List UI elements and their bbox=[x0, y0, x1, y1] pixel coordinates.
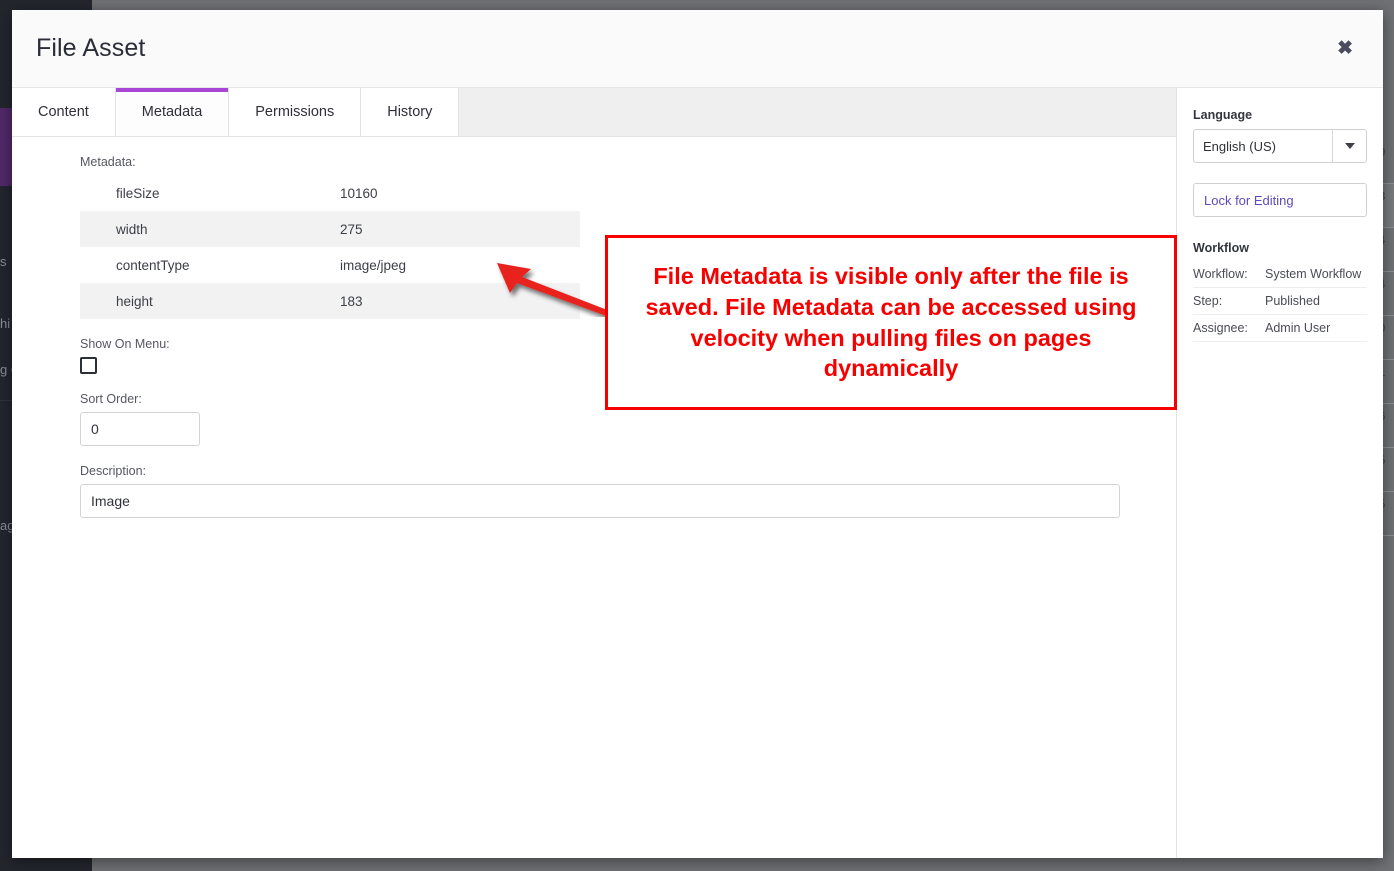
annotation-text: File Metadata is visible only after the … bbox=[645, 263, 1137, 382]
table-row: width 275 bbox=[80, 211, 580, 247]
metadata-section-label: Metadata: bbox=[80, 155, 136, 169]
workflow-value: Admin User bbox=[1265, 314, 1367, 342]
tab-permissions[interactable]: Permissions bbox=[229, 88, 362, 136]
sidebar-panel: Language English (US) Lock for Editing W… bbox=[1177, 88, 1383, 858]
close-icon[interactable]: ✖ bbox=[1329, 33, 1361, 64]
table-row: fileSize 10160 bbox=[80, 175, 580, 211]
workflow-key: Step: bbox=[1193, 287, 1265, 315]
workflow-table: Workflow: System Workflow Step: Publishe… bbox=[1193, 261, 1367, 342]
metadata-value: 183 bbox=[340, 293, 363, 309]
modal-header: File Asset ✖ bbox=[12, 10, 1383, 88]
language-select[interactable]: English (US) bbox=[1193, 129, 1367, 163]
metadata-key: fileSize bbox=[116, 185, 160, 201]
metadata-key: width bbox=[116, 221, 148, 237]
table-row: Assignee: Admin User bbox=[1193, 314, 1367, 342]
workflow-key: Workflow: bbox=[1193, 261, 1265, 288]
description-input[interactable] bbox=[80, 484, 1120, 518]
metadata-key: contentType bbox=[116, 257, 190, 273]
page-title: File Asset bbox=[36, 34, 146, 62]
metadata-value: 10160 bbox=[340, 185, 378, 201]
caret-shape bbox=[1344, 143, 1355, 149]
metadata-value: 275 bbox=[340, 221, 363, 237]
table-row: Workflow: System Workflow bbox=[1193, 261, 1367, 288]
main-column: Content Metadata Permissions History Met… bbox=[12, 88, 1177, 858]
workflow-value: Published bbox=[1265, 287, 1367, 315]
modal-body: Content Metadata Permissions History Met… bbox=[12, 88, 1383, 858]
table-row: Step: Published bbox=[1193, 287, 1367, 315]
language-select-value: English (US) bbox=[1203, 138, 1276, 154]
tab-metadata[interactable]: Metadata bbox=[115, 88, 230, 136]
metadata-value: image/jpeg bbox=[340, 257, 407, 273]
metadata-table: fileSize 10160 width 275 contentType ima… bbox=[80, 175, 580, 319]
workflow-heading: Workflow bbox=[1193, 241, 1250, 255]
annotation-callout: File Metadata is visible only after the … bbox=[605, 235, 1177, 410]
table-row: height 183 bbox=[80, 283, 580, 319]
file-asset-modal: File Asset ✖ Content Metadata Permission… bbox=[12, 10, 1383, 858]
metadata-key: height bbox=[116, 293, 153, 309]
description-group: Description: bbox=[12, 464, 1176, 518]
tab-history[interactable]: History bbox=[361, 88, 460, 136]
sort-order-input[interactable] bbox=[80, 412, 200, 446]
table-row: contentType image/jpeg bbox=[80, 247, 580, 283]
tab-bar: Content Metadata Permissions History bbox=[12, 88, 1176, 137]
tab-content[interactable]: Content bbox=[12, 88, 116, 136]
description-label: Description: bbox=[80, 464, 146, 478]
show-on-menu-checkbox[interactable] bbox=[80, 357, 97, 374]
workflow-value: System Workflow bbox=[1265, 261, 1367, 288]
tab-bar-filler bbox=[459, 88, 1176, 136]
lock-for-editing-button[interactable]: Lock for Editing bbox=[1193, 183, 1367, 217]
language-heading: Language bbox=[1193, 108, 1253, 122]
chevron-down-icon[interactable] bbox=[1332, 130, 1366, 162]
workflow-key: Assignee: bbox=[1193, 314, 1265, 342]
